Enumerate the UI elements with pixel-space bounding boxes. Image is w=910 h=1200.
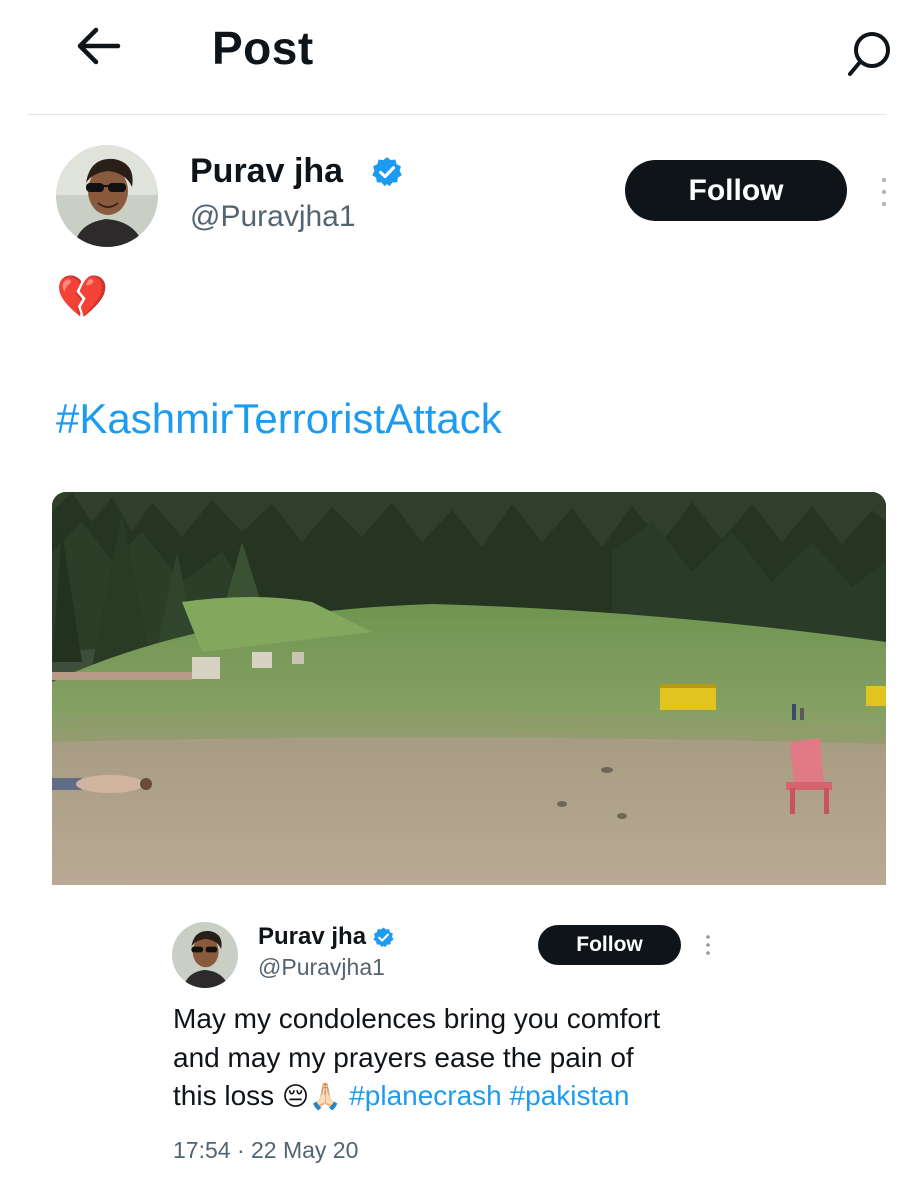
hashtag-pakistan-link[interactable]: #pakistan xyxy=(510,1080,630,1111)
quoted-tweet-text: May my condolences bring you comfort and… xyxy=(173,1000,733,1117)
quoted-author-handle: @Puravjha1 xyxy=(258,954,385,980)
search-button[interactable] xyxy=(846,26,890,78)
quoted-avatar[interactable] xyxy=(172,922,238,988)
author-name[interactable]: Purav jha xyxy=(190,150,343,192)
search-icon xyxy=(848,32,890,76)
more-options-icon[interactable] xyxy=(878,172,890,212)
verified-badge-icon xyxy=(370,155,404,189)
quoted-more-options-icon[interactable] xyxy=(703,932,713,958)
quoted-text-line: and may my prayers ease the pain of xyxy=(173,1041,634,1073)
page-title: Post xyxy=(212,22,314,74)
quoted-text-line: May my condolences bring you comfort xyxy=(173,1003,661,1034)
author-handle: @Puravjha1 xyxy=(190,200,356,233)
meadow-photo xyxy=(52,492,886,885)
quoted-author-name[interactable]: Purav jha xyxy=(258,922,366,952)
arrow-left-icon xyxy=(77,27,121,65)
header-divider xyxy=(28,114,886,115)
back-button[interactable] xyxy=(74,24,126,68)
hashtag-link[interactable]: #KashmirTerroristAttack xyxy=(56,393,502,445)
tweet-timestamp[interactable]: 17:54 · 22 May 20 xyxy=(173,1135,358,1165)
avatar[interactable] xyxy=(56,145,158,247)
avatar-photo xyxy=(172,922,238,988)
pensive-emoji: 😔 xyxy=(281,1082,310,1112)
post-image[interactable] xyxy=(52,492,886,885)
praying-hands-emoji: 🙏🏻 xyxy=(309,1082,342,1112)
quoted-follow-button[interactable]: Follow xyxy=(538,925,681,965)
quoted-text-line: this loss 😔🙏🏻 #planecrash #pakistan xyxy=(173,1077,733,1117)
follow-button[interactable]: Follow xyxy=(625,160,847,221)
quoted-text-segment: this loss xyxy=(173,1080,275,1111)
broken-heart-emoji: 💔 xyxy=(56,272,109,321)
verified-badge-icon xyxy=(372,926,395,949)
hashtag-planecrash-link[interactable]: #planecrash xyxy=(349,1080,502,1111)
avatar-photo xyxy=(56,145,158,247)
